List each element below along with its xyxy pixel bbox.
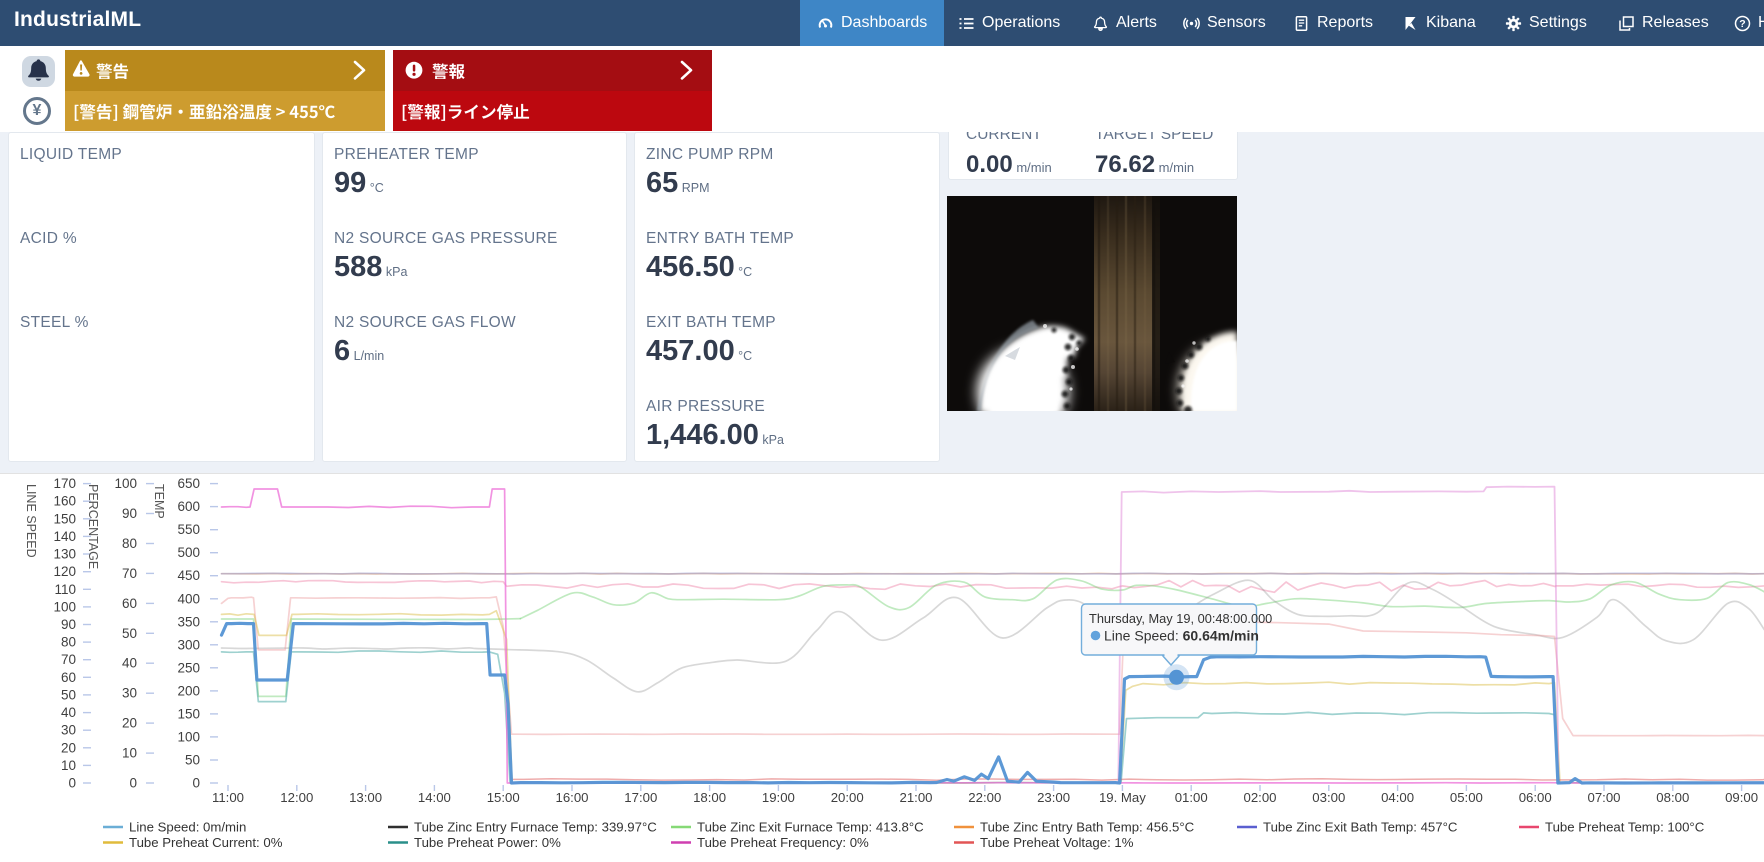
svg-text:200: 200 — [177, 683, 200, 698]
svg-text:12:00: 12:00 — [280, 790, 313, 805]
svg-text:80: 80 — [122, 536, 137, 551]
svg-text:250: 250 — [177, 660, 200, 675]
svg-text:50: 50 — [122, 626, 137, 641]
svg-text:0: 0 — [68, 776, 76, 791]
svg-text:350: 350 — [177, 614, 200, 629]
svg-text:Tube Preheat Power: 0%: Tube Preheat Power: 0% — [414, 835, 561, 850]
svg-text:23:00: 23:00 — [1037, 790, 1070, 805]
svg-text:70: 70 — [122, 566, 137, 581]
svg-text:170: 170 — [53, 476, 76, 491]
svg-text:PERCENTAGE: PERCENTAGE — [86, 484, 100, 569]
svg-text:100: 100 — [177, 729, 200, 744]
svg-text:150: 150 — [53, 511, 76, 526]
svg-text:40: 40 — [61, 705, 76, 720]
svg-text:400: 400 — [177, 591, 200, 606]
svg-text:600: 600 — [177, 499, 200, 514]
svg-text:13:00: 13:00 — [349, 790, 382, 805]
svg-text:Line Speed: 60.64m/min: Line Speed: 60.64m/min — [1104, 628, 1259, 644]
svg-text:19:00: 19:00 — [762, 790, 795, 805]
svg-text:Tube Preheat Voltage: 1%: Tube Preheat Voltage: 1% — [980, 835, 1134, 850]
svg-text:160: 160 — [53, 494, 76, 509]
svg-text:Tube Zinc Exit Bath Temp: 457°: Tube Zinc Exit Bath Temp: 457°C — [1263, 820, 1458, 835]
svg-text:15:00: 15:00 — [487, 790, 520, 805]
svg-text:11:00: 11:00 — [212, 790, 244, 805]
svg-text:140: 140 — [53, 529, 76, 544]
svg-text:450: 450 — [177, 568, 200, 583]
svg-text:05:00: 05:00 — [1450, 790, 1483, 805]
svg-text:0: 0 — [192, 776, 200, 791]
svg-text:?: ? — [1739, 18, 1745, 30]
svg-text:07:00: 07:00 — [1587, 790, 1620, 805]
svg-text:04:00: 04:00 — [1381, 790, 1414, 805]
svg-text:Thursday, May 19, 00:48:00.000: Thursday, May 19, 00:48:00.000 — [1089, 611, 1272, 626]
svg-text:03:00: 03:00 — [1312, 790, 1345, 805]
svg-text:60: 60 — [61, 670, 76, 685]
svg-text:Tube Zinc Entry Furnace Temp:: Tube Zinc Entry Furnace Temp: 339.97°C — [414, 820, 657, 835]
svg-text:100: 100 — [53, 599, 76, 614]
svg-text:Tube Preheat Frequency: 0%: Tube Preheat Frequency: 0% — [697, 835, 869, 850]
svg-text:150: 150 — [177, 706, 200, 721]
svg-text:20: 20 — [61, 740, 76, 755]
svg-text:100: 100 — [114, 476, 137, 491]
svg-text:Tube Zinc Entry Bath Temp: 456: Tube Zinc Entry Bath Temp: 456.5°C — [980, 820, 1195, 835]
svg-text:50: 50 — [61, 687, 76, 702]
svg-text:80: 80 — [61, 635, 76, 650]
svg-text:Tube Preheat Temp: 100°C: Tube Preheat Temp: 100°C — [1545, 820, 1705, 835]
svg-text:Line Speed: 0m/min: Line Speed: 0m/min — [129, 820, 246, 835]
svg-text:19. May: 19. May — [1099, 790, 1146, 805]
svg-text:20: 20 — [122, 716, 137, 731]
svg-text:06:00: 06:00 — [1519, 790, 1552, 805]
svg-text:20:00: 20:00 — [831, 790, 864, 805]
svg-text:LINE SPEED: LINE SPEED — [24, 484, 38, 558]
svg-text:18:00: 18:00 — [693, 790, 726, 805]
svg-text:09:00: 09:00 — [1725, 790, 1758, 805]
svg-text:16:00: 16:00 — [555, 790, 588, 805]
svg-text:10: 10 — [61, 758, 76, 773]
svg-text:TEMP: TEMP — [152, 484, 166, 519]
svg-text:60: 60 — [122, 596, 137, 611]
svg-text:02:00: 02:00 — [1243, 790, 1276, 805]
svg-text:130: 130 — [53, 547, 76, 562]
svg-text:120: 120 — [53, 564, 76, 579]
svg-text:Tube Preheat Current: 0%: Tube Preheat Current: 0% — [129, 835, 283, 850]
svg-text:17:00: 17:00 — [624, 790, 657, 805]
svg-text:0: 0 — [129, 776, 137, 791]
svg-text:110: 110 — [54, 582, 76, 597]
svg-text:40: 40 — [122, 656, 137, 671]
svg-text:01:00: 01:00 — [1175, 790, 1208, 805]
svg-text:08:00: 08:00 — [1656, 790, 1689, 805]
svg-text:22:00: 22:00 — [968, 790, 1001, 805]
svg-text:21:00: 21:00 — [899, 790, 932, 805]
svg-text:70: 70 — [61, 652, 76, 667]
svg-text:50: 50 — [185, 753, 200, 768]
svg-text:650: 650 — [177, 476, 200, 491]
svg-text:300: 300 — [177, 637, 200, 652]
svg-text:30: 30 — [61, 723, 76, 738]
svg-text:Tube Zinc Exit Furnace Temp: 4: Tube Zinc Exit Furnace Temp: 413.8°C — [697, 820, 924, 835]
svg-text:30: 30 — [122, 686, 137, 701]
svg-text:550: 550 — [177, 522, 200, 537]
svg-text:14:00: 14:00 — [418, 790, 451, 805]
svg-text:90: 90 — [122, 506, 137, 521]
svg-text:10: 10 — [122, 746, 137, 761]
svg-text:90: 90 — [61, 617, 76, 632]
svg-text:500: 500 — [177, 545, 200, 560]
